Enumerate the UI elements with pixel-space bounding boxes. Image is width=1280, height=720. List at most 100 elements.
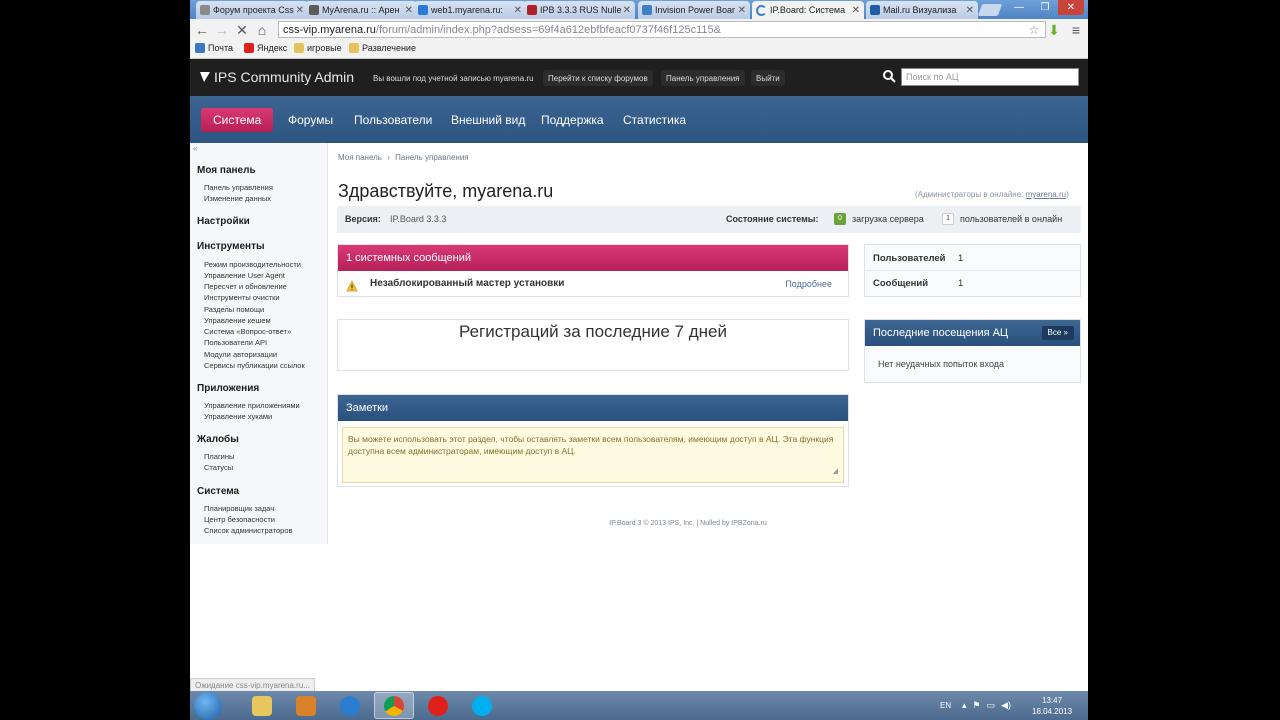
bookmark-item[interactable]: Почта: [195, 43, 233, 53]
taskbar-app-explorer[interactable]: [242, 692, 282, 719]
nav-item-system[interactable]: Система: [201, 108, 274, 132]
close-icon[interactable]: ✕: [296, 5, 304, 16]
browser-tab[interactable]: Форум проекта Css ✕: [196, 1, 308, 19]
taskbar-app-ie[interactable]: [330, 692, 370, 719]
sidebar-link[interactable]: Панель управления: [204, 183, 273, 192]
sidebar-link[interactable]: Режим производительности: [204, 260, 301, 269]
taskbar-app-yandex[interactable]: [418, 692, 458, 719]
ips-logo[interactable]: IPS Community Admin: [200, 69, 354, 85]
windows-start-icon[interactable]: [194, 692, 222, 720]
browser-tab[interactable]: Invision Power Boar ✕: [638, 1, 750, 19]
forum-list-link[interactable]: Перейти к списку форумов: [543, 70, 653, 86]
close-icon[interactable]: ✕: [514, 5, 522, 16]
sidebar-link[interactable]: Изменение данных: [204, 194, 271, 203]
taskbar-app-chrome[interactable]: [374, 692, 414, 719]
breadcrumb: Моя панель › Панель управления: [338, 153, 469, 162]
bookmark-item[interactable]: Развлечение: [349, 43, 416, 53]
back-arrow-icon[interactable]: ←: [194, 22, 210, 38]
sidebar-link[interactable]: Пользователи API: [204, 338, 267, 347]
sidebar-section-title[interactable]: Настройки: [197, 216, 250, 227]
bookmark-label: игровые: [307, 43, 342, 53]
sidebar-link[interactable]: Управление кешем: [204, 316, 271, 325]
nav-item-users[interactable]: Пользователи: [342, 108, 444, 132]
forward-arrow-icon[interactable]: →: [214, 22, 230, 38]
nav-item-forums[interactable]: Форумы: [276, 108, 345, 132]
browser-tab-active[interactable]: IP.Board: Система ✕: [752, 1, 864, 19]
download-extension-icon[interactable]: ⬇: [1046, 22, 1062, 38]
browser-tab[interactable]: Mail.ru Визуализа ✕: [866, 1, 978, 19]
bookmark-item[interactable]: Яндекс: [244, 43, 287, 53]
resize-grip-icon[interactable]: ◢: [833, 466, 838, 478]
sidebar-link[interactable]: Управление приложениями: [204, 401, 300, 410]
folder-icon: [252, 695, 272, 716]
bookmarks-bar: Почта Яндекс игровые Развлечение: [190, 41, 1088, 59]
black-right-margin: [1088, 0, 1280, 720]
control-panel-link[interactable]: Панель управления: [661, 70, 745, 86]
stats-label: Пользователей: [873, 253, 946, 264]
nav-item-support[interactable]: Поддержка: [529, 108, 616, 132]
tray-icons[interactable]: ▴ ⚑ ▭ ◀): [962, 691, 1011, 720]
bookmark-star-icon[interactable]: ☆: [1026, 22, 1042, 38]
close-icon[interactable]: ✕: [623, 5, 631, 16]
view-all-button[interactable]: Все »: [1041, 326, 1074, 340]
stats-panel: Пользователей 1 Сообщений 1: [864, 244, 1081, 297]
nav-item-statistics[interactable]: Статистика: [611, 108, 698, 132]
sidebar-link[interactable]: Центр безопасности: [204, 515, 275, 524]
tab-favicon: [309, 5, 319, 15]
close-window-icon[interactable]: ✕: [1058, 0, 1084, 15]
yandex-icon: [244, 43, 254, 53]
nav-item-appearance[interactable]: Внешний вид: [439, 108, 537, 132]
menu-icon[interactable]: ≡: [1068, 22, 1084, 38]
taskbar-app-skype[interactable]: [462, 692, 502, 719]
language-indicator[interactable]: EN: [940, 691, 951, 720]
new-tab-button[interactable]: [977, 4, 1003, 16]
sidebar-link[interactable]: Инструменты очистки: [204, 293, 280, 302]
sidebar-link[interactable]: Статусы: [204, 463, 233, 472]
sidebar-link[interactable]: Управление User Agent: [204, 271, 285, 280]
search-input[interactable]: Поиск по АЦ: [901, 68, 1079, 86]
breadcrumb-item[interactable]: Панель управления: [395, 153, 469, 162]
network-icon[interactable]: ▭: [987, 700, 996, 711]
close-icon[interactable]: ✕: [852, 5, 860, 16]
notes-textarea[interactable]: Вы можете использовать этот раздел, чтоб…: [342, 427, 844, 483]
clock[interactable]: 13:47 18.04.2013: [1032, 691, 1072, 720]
users-online-label: пользователей в онлайн: [960, 214, 1063, 224]
close-icon[interactable]: ✕: [405, 5, 413, 16]
close-icon[interactable]: ✕: [966, 5, 974, 16]
sidebar-link[interactable]: Управление хуками: [204, 412, 272, 421]
browser-tab[interactable]: web1.myarena.ru: ✕: [414, 1, 526, 19]
minimize-icon[interactable]: —: [1006, 0, 1032, 15]
sidebar-link[interactable]: Пересчет и обновление: [204, 282, 287, 291]
logout-link[interactable]: Выйти: [751, 70, 785, 86]
bookmark-item[interactable]: игровые: [294, 43, 342, 53]
volume-icon[interactable]: ◀): [1001, 700, 1011, 711]
admin-user-link[interactable]: myarena.ru: [1026, 190, 1066, 199]
sidebar-link[interactable]: Система «Вопрос-ответ»: [204, 327, 291, 336]
search-icon[interactable]: [883, 70, 897, 84]
flag-icon[interactable]: ⚑: [973, 700, 981, 711]
stop-icon[interactable]: ✕: [234, 22, 250, 38]
maximize-icon[interactable]: ❐: [1032, 0, 1058, 15]
tab-label: Invision Power Boar: [655, 5, 736, 15]
sidebar-link[interactable]: Сервисы публикации ссылок: [204, 361, 305, 370]
browser-toolbar: ← → ✕ ⌂ css-vip.myarena.ru/forum/admin/i…: [190, 19, 1088, 41]
collapse-sidebar-icon[interactable]: «: [193, 144, 197, 153]
sidebar-link[interactable]: Разделы помощи: [204, 305, 264, 314]
sidebar-link[interactable]: Модули авторизации: [204, 350, 277, 359]
browser-tab[interactable]: IPB 3.3.3 RUS Nullec ✕: [523, 1, 635, 19]
address-bar[interactable]: css-vip.myarena.ru/forum/admin/index.php…: [278, 21, 1046, 38]
show-hidden-icons-icon[interactable]: ▴: [962, 700, 967, 711]
sidebar-link[interactable]: Список администраторов: [204, 526, 292, 535]
breadcrumb-item[interactable]: Моя панель: [338, 153, 382, 162]
sidebar: « Моя панель Панель управления Изменение…: [190, 143, 328, 544]
details-link[interactable]: Подробнее: [785, 279, 832, 289]
close-icon[interactable]: ✕: [738, 5, 746, 16]
no-failed-logins-text: Нет неудачных попыток входа: [878, 359, 1005, 369]
browser-tab[interactable]: MyArena.ru :: Арен ✕: [305, 1, 417, 19]
sidebar-link[interactable]: Плагины: [204, 452, 234, 461]
sidebar-link[interactable]: Планировщик задач: [204, 504, 274, 513]
version-label: Версия:: [345, 214, 381, 224]
home-icon[interactable]: ⌂: [254, 22, 270, 38]
black-left-margin: [0, 0, 190, 720]
taskbar-app-media-player[interactable]: [286, 692, 326, 719]
